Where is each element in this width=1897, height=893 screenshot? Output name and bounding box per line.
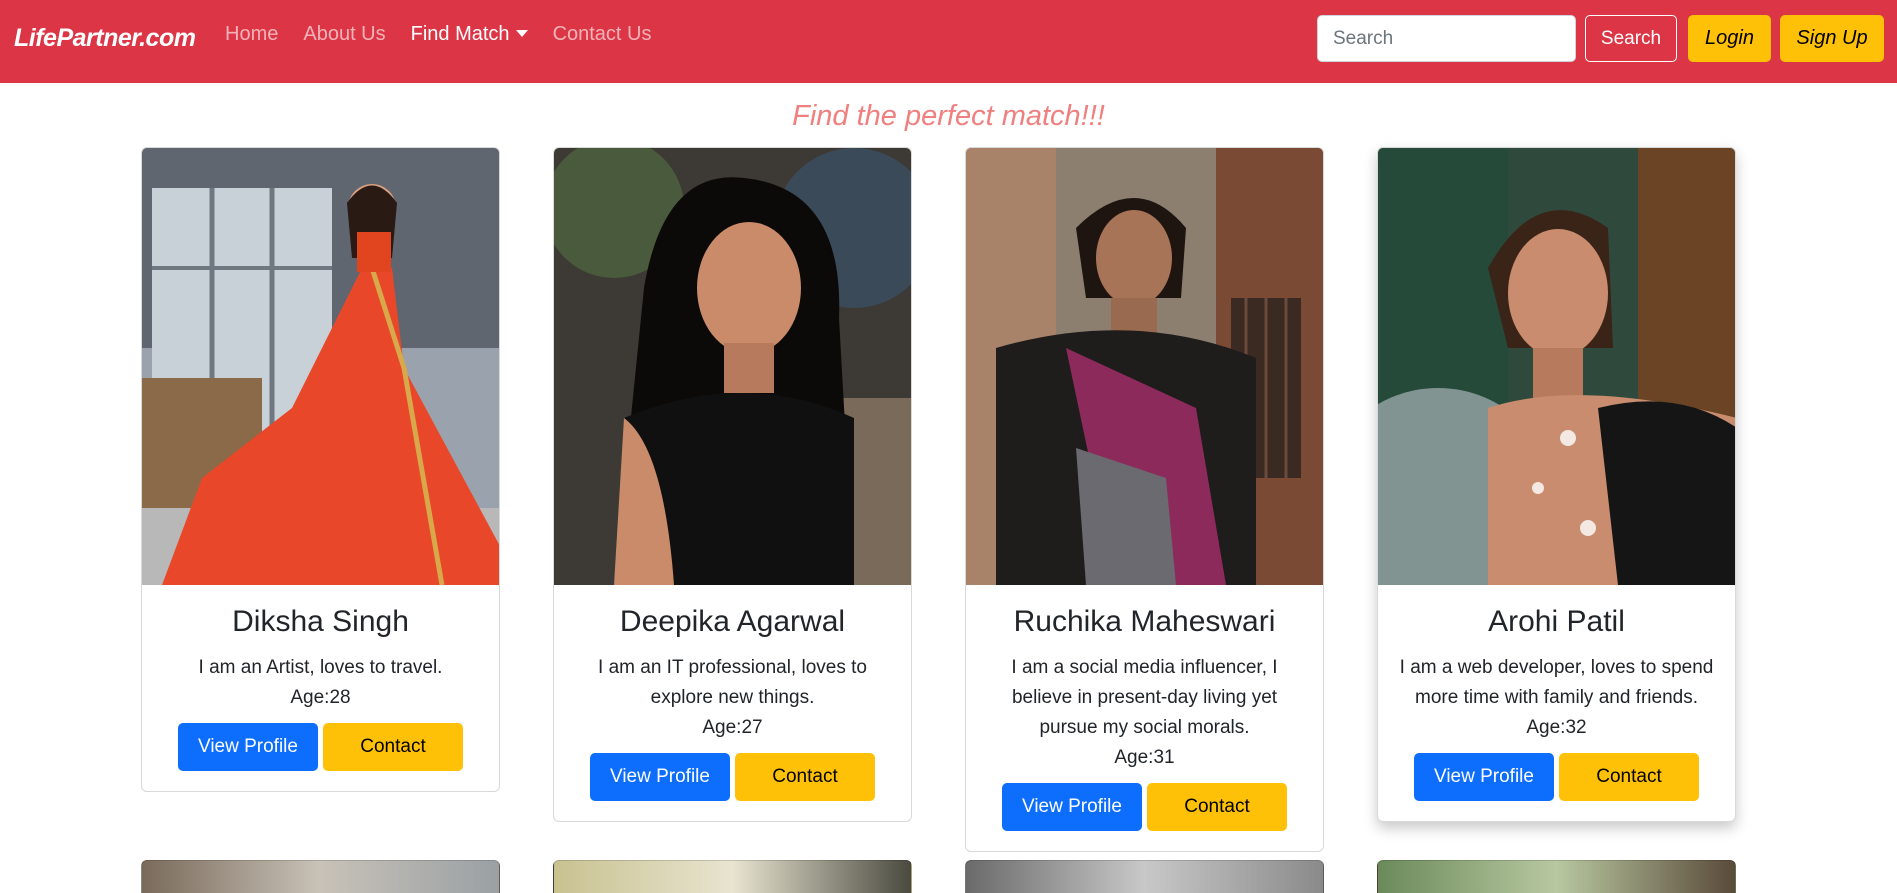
profile-photo bbox=[966, 148, 1323, 585]
search-input[interactable] bbox=[1317, 15, 1576, 62]
profile-name: Arohi Patil bbox=[1488, 605, 1625, 638]
profile-card-next bbox=[141, 860, 500, 893]
profile-photo bbox=[1378, 148, 1735, 585]
navbar: LifePartner.com Home About Us Find Match… bbox=[0, 0, 1897, 83]
profile-description: I am a web developer, loves to spend mor… bbox=[1399, 657, 1714, 708]
nav-link-about[interactable]: About Us bbox=[303, 22, 385, 46]
profile-description: I am an IT professional, loves to explor… bbox=[598, 657, 867, 708]
profile-card: Ruchika Maheswari I am a social media in… bbox=[965, 147, 1324, 852]
profile-age: Age:27 bbox=[702, 717, 763, 738]
nav-links: Home About Us Find Match Contact Us bbox=[225, 22, 677, 46]
profile-photo bbox=[142, 148, 499, 585]
profile-age: Age:31 bbox=[1114, 747, 1175, 768]
caret-down-icon bbox=[515, 29, 528, 37]
profile-photo-image bbox=[554, 148, 911, 585]
profile-name: Diksha Singh bbox=[232, 605, 409, 638]
nav-link-find-match[interactable]: Find Match bbox=[411, 22, 528, 46]
view-profile-button[interactable]: View Profile bbox=[178, 723, 318, 771]
contact-button[interactable]: Contact bbox=[1147, 783, 1287, 831]
nav-link-contact[interactable]: Contact Us bbox=[553, 22, 652, 46]
profile-card: Deepika Agarwal I am an IT professional,… bbox=[553, 147, 912, 822]
find-match-label: Find Match bbox=[410, 23, 510, 45]
brand-logo[interactable]: LifePartner.com bbox=[14, 24, 196, 53]
contact-button[interactable]: Contact bbox=[323, 723, 463, 771]
profile-name: Ruchika Maheswari bbox=[1013, 605, 1276, 638]
profile-age: Age:28 bbox=[290, 687, 351, 708]
profile-name: Deepika Agarwal bbox=[619, 605, 846, 638]
profile-photo-image bbox=[142, 148, 499, 585]
nav-link-home[interactable]: Home bbox=[225, 22, 278, 46]
contact-button[interactable]: Contact bbox=[1559, 753, 1699, 801]
view-profile-button[interactable]: View Profile bbox=[590, 753, 730, 801]
view-profile-button[interactable]: View Profile bbox=[1414, 753, 1554, 801]
page-headline: Find the perfect match!!! bbox=[792, 100, 1105, 132]
search-button[interactable]: Search bbox=[1585, 15, 1677, 62]
profile-card-next bbox=[1377, 860, 1736, 893]
profile-card-next bbox=[965, 860, 1324, 893]
profile-card: Diksha Singh I am an Artist, loves to tr… bbox=[141, 147, 500, 792]
profile-card: Arohi Patil I am a web developer, loves … bbox=[1377, 147, 1736, 822]
view-profile-button[interactable]: View Profile bbox=[1002, 783, 1142, 831]
profile-description: I am an Artist, loves to travel. bbox=[198, 657, 443, 678]
login-button[interactable]: Login bbox=[1688, 15, 1771, 62]
profile-card-next bbox=[553, 860, 912, 893]
profile-photo bbox=[554, 148, 911, 585]
profile-description: I am a social media influencer, I believ… bbox=[1011, 657, 1278, 738]
signup-button[interactable]: Sign Up bbox=[1780, 15, 1884, 62]
profile-photo-image bbox=[1378, 148, 1735, 585]
profile-photo-image bbox=[966, 148, 1323, 585]
profile-age: Age:32 bbox=[1526, 717, 1587, 738]
contact-button[interactable]: Contact bbox=[735, 753, 875, 801]
